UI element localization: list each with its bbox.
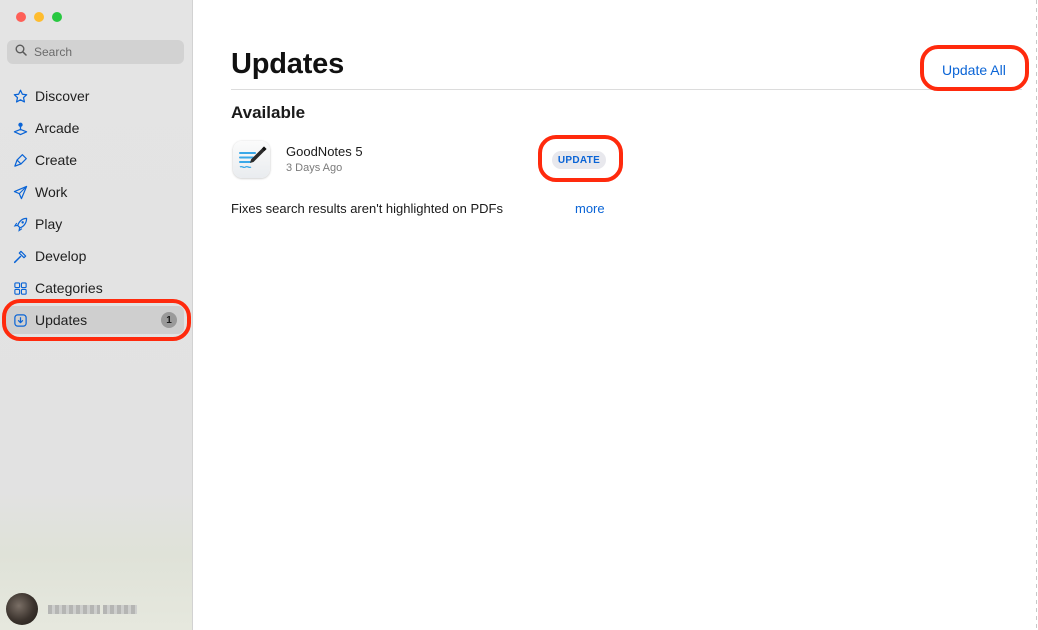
sidebar-item-label: Discover [35, 88, 90, 104]
page-title: Updates [231, 48, 345, 80]
window-edge [1036, 0, 1037, 630]
joystick-icon [12, 120, 28, 136]
app-store-window: Discover Arcade Create Work [0, 0, 1038, 630]
main-content: Updates Update All Available GoodNotes 5… [193, 0, 1038, 630]
redacted-account-name [48, 604, 137, 614]
sidebar: Discover Arcade Create Work [0, 0, 193, 630]
star-icon [12, 88, 28, 104]
sidebar-item-discover[interactable]: Discover [0, 80, 193, 112]
more-link[interactable]: more [575, 201, 605, 216]
sidebar-item-label: Play [35, 216, 63, 232]
grid-icon [12, 280, 28, 296]
search-icon [15, 43, 27, 61]
account-profile[interactable] [6, 593, 137, 625]
sidebar-item-label: Arcade [35, 120, 80, 136]
window-controls [16, 12, 62, 22]
section-title-available: Available [231, 103, 306, 122]
app-update-date: 3 Days Ago [286, 162, 343, 174]
download-icon [12, 312, 28, 328]
sidebar-item-label: Develop [35, 248, 87, 264]
paper-plane-icon [12, 184, 28, 200]
release-notes: Fixes search results aren't highlighted … [231, 201, 503, 216]
sidebar-item-play[interactable]: Play [0, 208, 193, 240]
sidebar-item-label: Create [35, 152, 78, 168]
sidebar-item-create[interactable]: Create [0, 144, 193, 176]
brush-icon [12, 152, 28, 168]
rocket-icon [12, 216, 28, 232]
sidebar-item-label: Updates [35, 312, 88, 328]
search-input[interactable] [34, 45, 174, 59]
update-app-button[interactable]: UPDATE [552, 151, 606, 169]
sidebar-item-arcade[interactable]: Arcade [0, 112, 193, 144]
minimize-window-button[interactable] [34, 12, 44, 22]
sidebar-item-work[interactable]: Work [0, 176, 193, 208]
sidebar-item-label: Work [35, 184, 68, 200]
search-field[interactable] [7, 40, 184, 64]
zoom-window-button[interactable] [52, 12, 62, 22]
goodnotes-app-icon[interactable] [233, 141, 270, 178]
sidebar-item-label: Categories [35, 280, 103, 296]
update-all-button[interactable]: Update All [942, 62, 1006, 78]
close-window-button[interactable] [16, 12, 26, 22]
updates-count-badge: 1 [161, 312, 177, 328]
app-name[interactable]: GoodNotes 5 [286, 144, 363, 159]
avatar[interactable] [6, 593, 38, 625]
sidebar-nav: Discover Arcade Create Work Play Develop… [0, 80, 193, 336]
sidebar-item-categories[interactable]: Categories [0, 272, 193, 304]
hammer-icon [12, 248, 28, 264]
header-divider [231, 89, 1022, 90]
sidebar-item-updates[interactable]: Updates 1 [0, 304, 193, 336]
sidebar-item-develop[interactable]: Develop [0, 240, 193, 272]
